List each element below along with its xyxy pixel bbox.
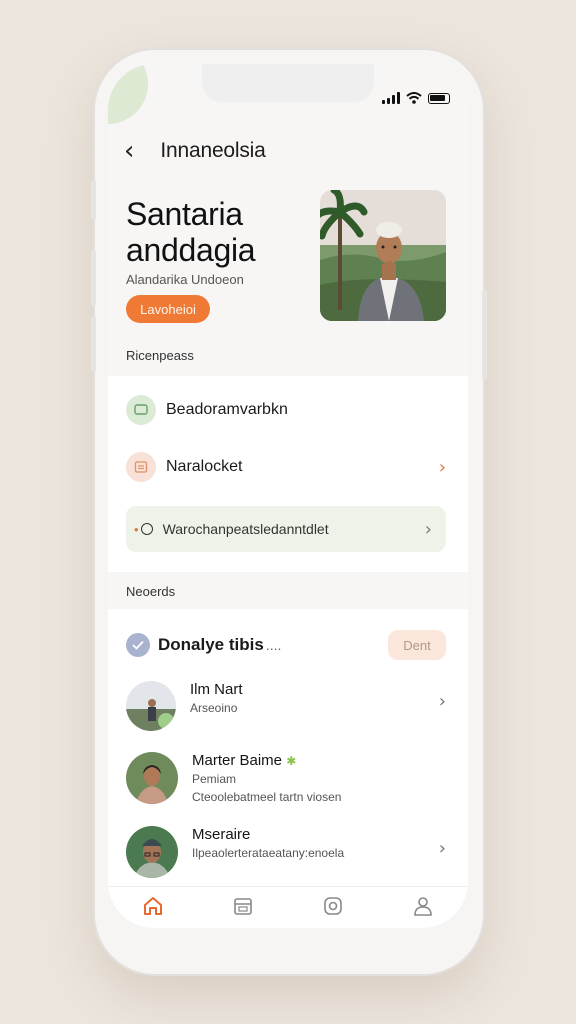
phone-power-button <box>482 290 487 380</box>
header-action-button[interactable]: Dent <box>388 630 446 660</box>
highlight-row[interactable]: • Warochanpeatsledanntdlet › <box>126 506 446 552</box>
top-bar: ‹ Innaneolsia <box>124 138 266 164</box>
check-circle-icon <box>126 633 150 657</box>
profile-photo <box>320 190 446 321</box>
contacts-header-title: Donalye tibis <box>158 635 264 654</box>
section-label-2: Neoerds <box>126 584 176 599</box>
chevron-right-icon: › <box>438 838 446 859</box>
section-label-1: Ricenpeass <box>126 348 194 363</box>
badge-icon: ✱ <box>286 754 297 768</box>
phone-mute-switch <box>91 180 96 220</box>
contact-row-2[interactable]: Marter Baime ✱ Pemiam Cteoolebatmeel tar… <box>126 752 446 806</box>
profile-icon[interactable] <box>412 895 434 922</box>
contact-name: Marter Baime ✱ <box>192 752 341 770</box>
app-screen: ‹ Innaneolsia Santaria anddagia Alandari… <box>108 64 468 928</box>
contact-subtitle: Ilpeaolerterataeatany:enoela <box>192 846 345 860</box>
phone-volume-down <box>91 316 96 372</box>
list-item-2[interactable]: Naralocket › <box>126 452 446 482</box>
contact-row-1[interactable]: Ilm Nart Arseoino › <box>126 681 446 731</box>
chevron-right-icon: › <box>424 518 432 540</box>
contact-row-3[interactable]: Mseraire Ilpeaolerterataeatany:enoela › <box>126 826 446 878</box>
contacts-header-ellipsis: .... <box>265 637 282 653</box>
dot-icon: • <box>134 521 139 537</box>
avatar <box>126 826 178 878</box>
list-item-1[interactable]: Beadoramvarbkn <box>126 395 446 425</box>
contact-subtitle: Arseoino <box>190 701 238 715</box>
calendar-icon[interactable] <box>232 895 254 922</box>
contacts-header: Donalye tibis .... Dent <box>126 630 446 660</box>
battery-icon <box>428 92 450 104</box>
signal-icon <box>382 92 400 104</box>
device-notch <box>202 64 374 102</box>
hero-title-line2: anddagia <box>126 232 256 268</box>
chevron-left-icon[interactable]: ‹ <box>124 138 134 164</box>
hero-title: Santaria anddagia <box>126 196 256 268</box>
hero-subtitle: Alandarika Undoeon <box>126 272 244 287</box>
document-icon <box>126 452 156 482</box>
avatar <box>126 752 178 804</box>
tab-bar <box>108 886 468 928</box>
contact-name-text: Marter Baime <box>192 752 283 769</box>
contact-name: Ilm Nart <box>190 681 243 698</box>
clock-icon <box>140 523 153 535</box>
decorative-leaf <box>108 64 148 124</box>
contact-name: Mseraire <box>192 826 251 843</box>
hero-title-line1: Santaria <box>126 196 243 232</box>
status-bar <box>382 92 450 104</box>
page-title: Innaneolsia <box>160 139 266 162</box>
list-item-label: Naralocket <box>166 458 243 475</box>
wifi-icon <box>406 92 422 104</box>
hero-action-button[interactable]: Lavoheioi <box>126 295 210 323</box>
home-icon[interactable] <box>142 895 164 922</box>
avatar <box>126 681 176 731</box>
contact-subtitle: Pemiam <box>192 772 237 786</box>
camera-icon[interactable] <box>322 895 344 922</box>
chevron-right-icon: › <box>438 456 446 478</box>
contact-detail: Cteoolebatmeel tartn viosen <box>192 790 342 804</box>
highlight-row-label: Warochanpeatsledanntdlet <box>162 521 329 537</box>
chevron-right-icon: › <box>438 691 446 712</box>
phone-volume-up <box>91 250 96 306</box>
message-icon <box>126 395 156 425</box>
list-item-label: Beadoramvarbkn <box>166 401 288 418</box>
